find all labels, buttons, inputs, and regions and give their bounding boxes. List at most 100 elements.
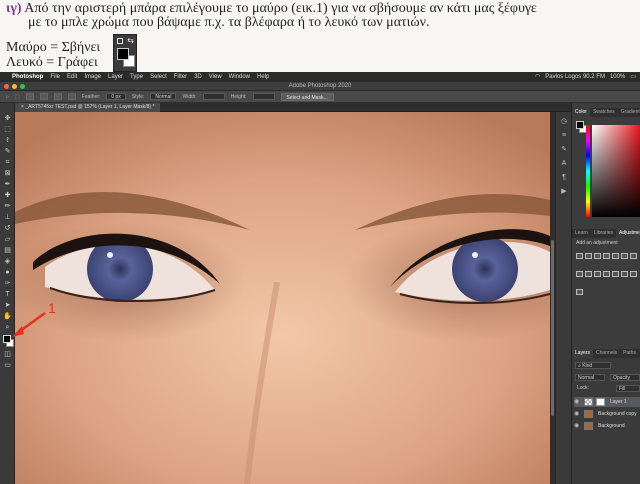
quick-selection-tool-icon[interactable]: ✎ [3, 147, 12, 156]
menu-edit[interactable]: Edit [67, 72, 77, 82]
posterize-icon[interactable] [621, 271, 628, 277]
new-selection-button[interactable] [25, 93, 34, 100]
color-lookup-icon[interactable] [603, 271, 610, 277]
threshold-icon[interactable] [630, 271, 637, 277]
home-icon[interactable]: ⌂ [6, 91, 9, 103]
tab-layers[interactable]: Layers [572, 349, 594, 358]
blur-tool-icon[interactable]: ◈ [3, 257, 12, 266]
radio-status[interactable]: Pavlos Logos 90.2 FM [545, 72, 605, 82]
eraser-tool-icon[interactable]: ▱ [3, 235, 12, 244]
menu-view[interactable]: View [209, 72, 222, 82]
select-and-mask-button[interactable]: Select and Mask... [280, 92, 334, 101]
tab-swatches[interactable]: Swatches [590, 108, 618, 117]
hue-slider[interactable] [586, 125, 590, 217]
tab-channels[interactable]: Channels [593, 349, 620, 358]
tab-color[interactable]: Color [572, 108, 590, 117]
photo-filter-icon[interactable] [585, 271, 592, 277]
blend-mode-select[interactable]: Normal [575, 374, 605, 381]
intersect-selection-button[interactable] [67, 93, 76, 100]
history-brush-tool-icon[interactable]: ↺ [3, 224, 12, 233]
height-input[interactable] [252, 93, 275, 100]
lasso-tool-icon[interactable]: ℓ [3, 136, 12, 145]
style-select[interactable]: Normal [150, 93, 177, 100]
clone-stamp-tool-icon[interactable]: ⊥ [3, 213, 12, 222]
vibrance-icon[interactable] [612, 253, 619, 259]
color-picker-field[interactable] [592, 125, 640, 217]
dodge-tool-icon[interactable]: ● [3, 268, 12, 277]
tab-libraries[interactable]: Libraries [591, 229, 616, 238]
actions-panel-icon[interactable]: ▶ [560, 188, 568, 196]
menu-help[interactable]: Help [257, 72, 269, 82]
visibility-eye-icon[interactable]: ◉ [574, 397, 580, 407]
move-tool-icon[interactable]: ✥ [3, 114, 12, 123]
image-canvas[interactable] [15, 112, 550, 484]
panel-foreground-swatch[interactable] [576, 121, 584, 129]
visibility-eye-icon[interactable]: ◉ [574, 409, 580, 419]
tab-learn[interactable]: Learn [572, 229, 591, 238]
paragraph-panel-icon[interactable]: ¶ [560, 174, 568, 182]
menu-select[interactable]: Select [150, 72, 167, 82]
menu-photoshop[interactable]: Photoshop [12, 72, 43, 82]
black-white-icon[interactable] [576, 271, 583, 277]
levels-icon[interactable] [585, 253, 592, 259]
marquee-tool-icon[interactable]: ⬚ [3, 125, 12, 134]
channel-mixer-icon[interactable] [594, 271, 601, 277]
healing-tool-icon[interactable]: ✚ [3, 191, 12, 200]
history-panel-icon[interactable]: ◷ [560, 118, 568, 126]
path-selection-tool-icon[interactable]: ➤ [3, 301, 12, 310]
layer-mask-thumbnail[interactable] [596, 398, 605, 406]
hue-saturation-icon[interactable] [621, 253, 628, 259]
foreground-color-swatch[interactable] [3, 335, 11, 343]
menu-type[interactable]: Type [130, 72, 143, 82]
brightness-icon[interactable] [576, 253, 583, 259]
tab-gradients[interactable]: Gradients [618, 108, 640, 117]
scrollbar-thumb[interactable] [551, 240, 554, 416]
color-balance-icon[interactable] [630, 253, 637, 259]
tab-paths[interactable]: Paths [620, 349, 639, 358]
width-input[interactable] [202, 93, 225, 100]
tab-adjustments[interactable]: Adjustments [615, 229, 640, 238]
visibility-eye-icon[interactable]: ◉ [574, 421, 580, 431]
zoom-window-button[interactable] [20, 84, 25, 89]
layer-row[interactable]: ◉ Layer 1 [574, 397, 640, 407]
menu-filter[interactable]: Filter [174, 72, 187, 82]
type-tool-icon[interactable]: T [3, 290, 12, 299]
close-window-button[interactable] [4, 84, 9, 89]
gradient-map-icon[interactable] [576, 289, 583, 295]
marquee-tool-icon[interactable]: ⬚ [15, 91, 20, 103]
zoom-tool-icon[interactable]: ⌕ [3, 323, 12, 332]
add-selection-button[interactable] [39, 93, 48, 100]
invert-icon[interactable] [612, 271, 619, 277]
wifi-icon[interactable]: ◠ [535, 72, 540, 82]
menu-file[interactable]: File [50, 72, 60, 82]
feather-input[interactable]: 0 px [106, 93, 126, 100]
quick-mask-icon[interactable]: ◫ [3, 350, 12, 359]
layer-filter-select[interactable]: ⌕ Kind [575, 362, 611, 369]
hand-tool-icon[interactable]: ✋ [3, 312, 12, 321]
battery-icon[interactable]: ▭ [630, 72, 636, 82]
minimize-window-button[interactable] [12, 84, 17, 89]
battery-status[interactable]: 100% [610, 72, 625, 82]
frame-tool-icon[interactable]: ⊠ [3, 169, 12, 178]
layer-row[interactable]: ◉ Background [574, 421, 640, 431]
character-panel-icon[interactable]: A [560, 160, 568, 168]
eyedropper-tool-icon[interactable]: ✒ [3, 180, 12, 189]
properties-panel-icon[interactable]: ≡ [560, 132, 568, 140]
menu-3d[interactable]: 3D [194, 72, 202, 82]
menu-layer[interactable]: Layer [108, 72, 123, 82]
exposure-icon[interactable] [603, 253, 610, 259]
opacity-field[interactable]: Opacity [610, 374, 640, 381]
menu-image[interactable]: Image [84, 72, 101, 82]
curves-icon[interactable] [594, 253, 601, 259]
menu-window[interactable]: Window [229, 72, 250, 82]
brush-panel-icon[interactable]: ✎ [560, 146, 568, 154]
layer-row[interactable]: ◉ Background copy [574, 409, 640, 419]
pen-tool-icon[interactable]: ✑ [3, 279, 12, 288]
screen-mode-icon[interactable]: ▭ [3, 361, 12, 370]
brush-tool-icon[interactable]: ✏ [3, 202, 12, 211]
document-tab[interactable]: × _ART5745xr TEST.psd @ 157% (Layer 1, L… [15, 103, 161, 112]
fill-field[interactable]: Fill [616, 385, 640, 392]
subtract-selection-button[interactable] [53, 93, 62, 100]
gradient-tool-icon[interactable]: ▤ [3, 246, 12, 255]
crop-tool-icon[interactable]: ⌗ [3, 158, 12, 167]
